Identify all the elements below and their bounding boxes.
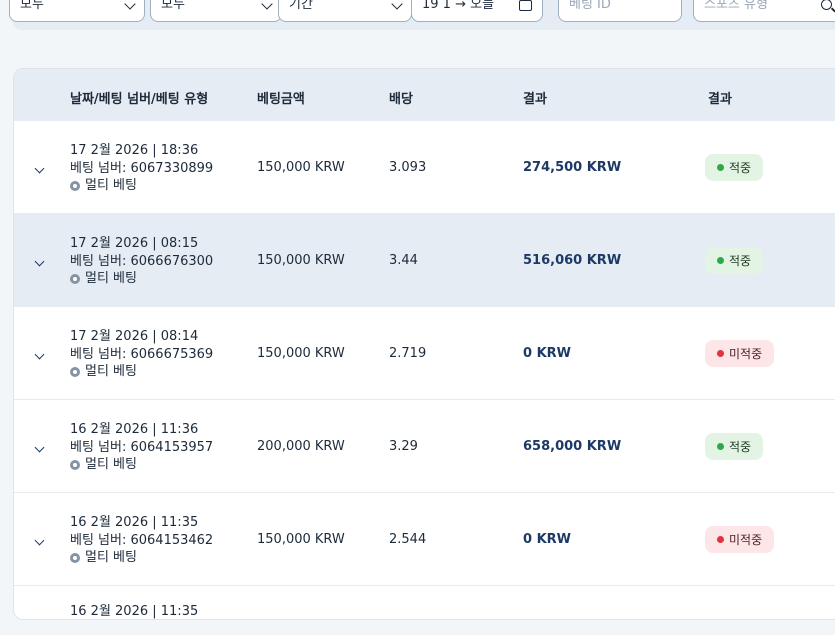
bet-date: 16 2월 2026 | 11:35 — [70, 515, 199, 530]
chevron-down-icon[interactable] — [34, 163, 45, 174]
status-badge: 적중 — [705, 433, 764, 460]
bet-stake: 150,000 KRW — [257, 346, 345, 361]
bet-odds: 3.44 — [389, 253, 418, 268]
status-dot — [717, 536, 724, 543]
bet-payout: 658,000 KRW — [523, 439, 622, 454]
bet-type-label: 멀티 베팅 — [85, 550, 137, 565]
multi-bet-icon — [70, 180, 80, 191]
bet-payout: 0 KRW — [523, 346, 571, 361]
bet-date: 17 2월 2026 | 08:15 — [70, 236, 199, 251]
bet-type: 멀티 베팅 — [70, 270, 213, 288]
bet-type-label: 멀티 베팅 — [85, 364, 137, 379]
bet-number: 베팅 넘버: 6067330899 — [70, 160, 214, 176]
chevron-down-icon — [124, 0, 136, 10]
bet-number: 베팅 넘버: 6064153957 — [70, 439, 214, 455]
status-dot — [717, 350, 724, 357]
status-badge: 적중 — [705, 154, 764, 181]
status-badge: 적중 — [705, 247, 764, 274]
status-label: 적중 — [729, 161, 752, 175]
bet-date: 17 2월 2026 | 18:36 — [70, 143, 199, 158]
bet-info: 17 2월 2026 | 18:36 베팅 넘버: 6067330899 멀티 … — [70, 142, 213, 195]
table-row[interactable]: 17 2월 2026 | 08:15 베팅 넘버: 6066676300 멀티 … — [14, 214, 835, 307]
bet-type: 멀티 베팅 — [70, 456, 213, 474]
status-label: 미적중 — [729, 533, 763, 547]
table-row[interactable]: 16 2월 2026 | 11:35 베팅 넘버: 6064153462 멀티 … — [14, 493, 835, 586]
bet-info: 16 2월 2026 | 11:36 베팅 넘버: 6064153957 멀티 … — [70, 421, 213, 474]
chevron-down-icon[interactable] — [34, 256, 45, 267]
bet-payout: 274,500 KRW — [523, 160, 622, 175]
status-dot — [717, 257, 724, 264]
bet-odds: 2.544 — [389, 532, 427, 547]
bet-payout: 516,060 KRW — [523, 253, 622, 268]
bet-date: 17 2월 2026 | 08:14 — [70, 329, 199, 344]
filter-bar: 모두 모두 기간 19 1 → 오늘 베팅 ID 스포츠 유형 — [9, 0, 835, 30]
table-header: 날짜/베팅 넘버/베팅 유형 베팅금액 배당 결과 결과 — [14, 69, 835, 121]
bet-number: 베팅 넘버: 6064153462 — [70, 532, 214, 548]
header-stake: 베팅금액 — [257, 92, 305, 107]
bet-type-label: 멀티 베팅 — [85, 178, 137, 193]
sport-type-search[interactable]: 스포츠 유형 — [693, 0, 835, 22]
bet-stake: 200,000 KRW — [257, 439, 345, 454]
header-info: 날짜/베팅 넘버/베팅 유형 — [70, 92, 209, 107]
multi-bet-icon — [70, 273, 80, 284]
bet-stake: 150,000 KRW — [257, 253, 345, 268]
search-icon — [821, 0, 832, 10]
bet-number: 베팅 넘버: 6066675369 — [70, 346, 214, 362]
bet-stake: 150,000 KRW — [257, 532, 345, 547]
status-label: 적중 — [729, 440, 752, 454]
bet-date: 16 2월 2026 | 11:36 — [70, 422, 199, 437]
bet-id-input[interactable]: 베팅 ID — [558, 0, 682, 22]
bet-odds: 3.093 — [389, 160, 427, 175]
multi-bet-icon — [70, 459, 80, 470]
status-dot — [717, 164, 724, 171]
status-label: 미적중 — [729, 347, 763, 361]
chevron-down-icon[interactable] — [34, 535, 45, 546]
bet-odds: 2.719 — [389, 346, 427, 361]
date-range-value: 19 1 → 오늘 — [422, 0, 495, 12]
chevron-down-icon[interactable] — [34, 349, 45, 360]
bet-type: 멀티 베팅 — [70, 177, 213, 195]
table-row[interactable]: 17 2월 2026 | 08:14 베팅 넘버: 6066675369 멀티 … — [14, 307, 835, 400]
filter-period-value: 기간 — [289, 0, 313, 12]
bet-stake: 150,000 KRW — [257, 160, 345, 175]
bet-history-table: 날짜/베팅 넘버/베팅 유형 베팅금액 배당 결과 결과 17 2월 2026 … — [13, 68, 835, 620]
status-badge: 미적중 — [705, 526, 775, 553]
table-row[interactable]: 16 2월 2026 | 11:35 — [14, 586, 835, 619]
bet-info: 17 2월 2026 | 08:15 베팅 넘버: 6066676300 멀티 … — [70, 235, 213, 288]
multi-bet-icon — [70, 552, 80, 563]
sport-type-placeholder: 스포츠 유형 — [704, 0, 768, 12]
header-payout: 결과 — [523, 92, 547, 107]
bet-date: 16 2월 2026 | 11:35 — [70, 604, 199, 619]
bet-payout: 0 KRW — [523, 532, 571, 547]
bet-odds: 3.29 — [389, 439, 418, 454]
filter-select-1[interactable]: 모두 — [9, 0, 145, 22]
bet-type-label: 멀티 베팅 — [85, 457, 137, 472]
status-label: 적중 — [729, 254, 752, 268]
table-row[interactable]: 16 2월 2026 | 11:36 베팅 넘버: 6064153957 멀티 … — [14, 400, 835, 493]
filter-select-1-value: 모두 — [20, 0, 44, 12]
filter-select-2[interactable]: 모두 — [150, 0, 282, 22]
bet-info: 16 2월 2026 | 11:35 — [70, 603, 199, 619]
header-odds: 배당 — [389, 92, 413, 107]
bet-type: 멀티 베팅 — [70, 549, 213, 567]
calendar-icon — [519, 0, 532, 11]
status-badge: 미적중 — [705, 340, 775, 367]
bet-id-placeholder: 베팅 ID — [569, 0, 611, 12]
bet-info: 16 2월 2026 | 11:35 베팅 넘버: 6064153462 멀티 … — [70, 514, 213, 567]
table-row[interactable]: 17 2월 2026 | 18:36 베팅 넘버: 6067330899 멀티 … — [14, 121, 835, 214]
filter-period-select[interactable]: 기간 — [278, 0, 412, 22]
bet-number: 베팅 넘버: 6066676300 — [70, 253, 214, 269]
bet-type: 멀티 베팅 — [70, 363, 213, 381]
multi-bet-icon — [70, 366, 80, 377]
bet-info: 17 2월 2026 | 08:14 베팅 넘버: 6066675369 멀티 … — [70, 328, 213, 381]
filter-select-2-value: 모두 — [161, 0, 185, 12]
bet-type-label: 멀티 베팅 — [85, 271, 137, 286]
chevron-down-icon — [261, 0, 273, 10]
chevron-down-icon[interactable] — [34, 442, 45, 453]
chevron-down-icon — [391, 0, 403, 10]
date-range-picker[interactable]: 19 1 → 오늘 — [411, 0, 543, 22]
status-dot — [717, 443, 724, 450]
header-status: 결과 — [708, 92, 732, 107]
